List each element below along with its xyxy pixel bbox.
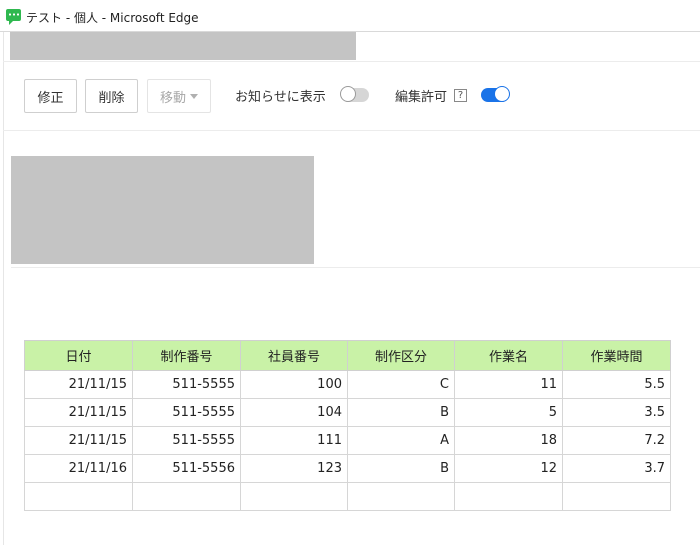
cell-work-hours: 3.7 [562, 454, 671, 483]
cell-employee-number: 111 [240, 426, 348, 455]
table-row: 21/11/15 511-5555 104 B 5 3.5 [24, 398, 671, 427]
edit-permission-toggle[interactable] [481, 86, 510, 102]
edit-button[interactable]: 修正 [24, 79, 77, 113]
cell-date: 21/11/15 [24, 398, 133, 427]
cell-date: 21/11/16 [24, 454, 133, 483]
cell-employee-number: 100 [240, 370, 348, 399]
cell-work-hours [562, 482, 671, 511]
help-icon[interactable]: ? [454, 89, 467, 102]
move-dropdown-button[interactable]: 移動 [147, 79, 211, 113]
toolbar: 修正 削除 移動 お知らせに表示 編集許可 ? [0, 62, 700, 130]
cell-production-category: C [347, 370, 455, 399]
cell-employee-number: 123 [240, 454, 348, 483]
column-header-date: 日付 [24, 340, 133, 371]
edit-permission-label: 編集許可 [395, 90, 448, 105]
cell-task-name: 18 [454, 426, 563, 455]
cell-employee-number: 104 [240, 398, 348, 427]
cell-production-category: B [347, 398, 455, 427]
column-header-work-hours: 作業時間 [562, 340, 671, 371]
cell-production-category [347, 482, 455, 511]
table-row: 21/11/15 511-5555 100 C 11 5.5 [24, 370, 671, 399]
cell-production-category: B [347, 454, 455, 483]
cell-date: 21/11/15 [24, 370, 133, 399]
column-header-task-name: 作業名 [454, 340, 563, 371]
table-header-row: 日付 制作番号 社員番号 制作区分 作業名 作業時間 [24, 340, 671, 371]
cell-production-number: 511-5556 [132, 454, 241, 483]
table-row: 21/11/16 511-5556 123 B 12 3.7 [24, 454, 671, 483]
chevron-down-icon [190, 93, 198, 99]
show-in-notice-label: お知らせに表示 [235, 90, 326, 105]
data-table: 日付 制作番号 社員番号 制作区分 作業名 作業時間 21/11/15 511-… [24, 340, 671, 511]
cell-work-hours: 3.5 [562, 398, 671, 427]
cell-production-number: 511-5555 [132, 426, 241, 455]
delete-button[interactable]: 削除 [85, 79, 138, 113]
cell-work-hours: 5.5 [562, 370, 671, 399]
cell-task-name: 5 [454, 398, 563, 427]
redacted-header-bar [10, 32, 356, 60]
toggle-knob [340, 86, 356, 102]
move-button-label: 移動 [159, 90, 186, 106]
column-header-production-number: 制作番号 [132, 340, 241, 371]
cell-date: 21/11/15 [24, 426, 133, 455]
column-header-production-category: 制作区分 [347, 340, 455, 371]
cell-production-number: 511-5555 [132, 370, 241, 399]
chat-app-icon [6, 9, 21, 25]
cell-task-name: 11 [454, 370, 563, 399]
column-header-employee-number: 社員番号 [240, 340, 348, 371]
divider [11, 267, 700, 268]
table-row-empty [24, 482, 671, 511]
cell-work-hours: 7.2 [562, 426, 671, 455]
cell-task-name [454, 482, 563, 511]
window-title: テスト - 個人 - Microsoft Edge [26, 11, 199, 25]
cell-date [24, 482, 133, 511]
toggle-knob [494, 86, 510, 102]
cell-production-number: 511-5555 [132, 398, 241, 427]
cell-production-category: A [347, 426, 455, 455]
table-row: 21/11/15 511-5555 111 A 18 7.2 [24, 426, 671, 455]
delete-button-label: 削除 [98, 90, 125, 106]
window-titlebar: テスト - 個人 - Microsoft Edge [0, 0, 700, 32]
edit-button-label: 修正 [37, 90, 64, 106]
redacted-content-block [11, 156, 314, 264]
cell-employee-number [240, 482, 348, 511]
cell-task-name: 12 [454, 454, 563, 483]
divider [3, 130, 700, 131]
show-in-notice-toggle[interactable] [340, 86, 369, 102]
cell-production-number [132, 482, 241, 511]
